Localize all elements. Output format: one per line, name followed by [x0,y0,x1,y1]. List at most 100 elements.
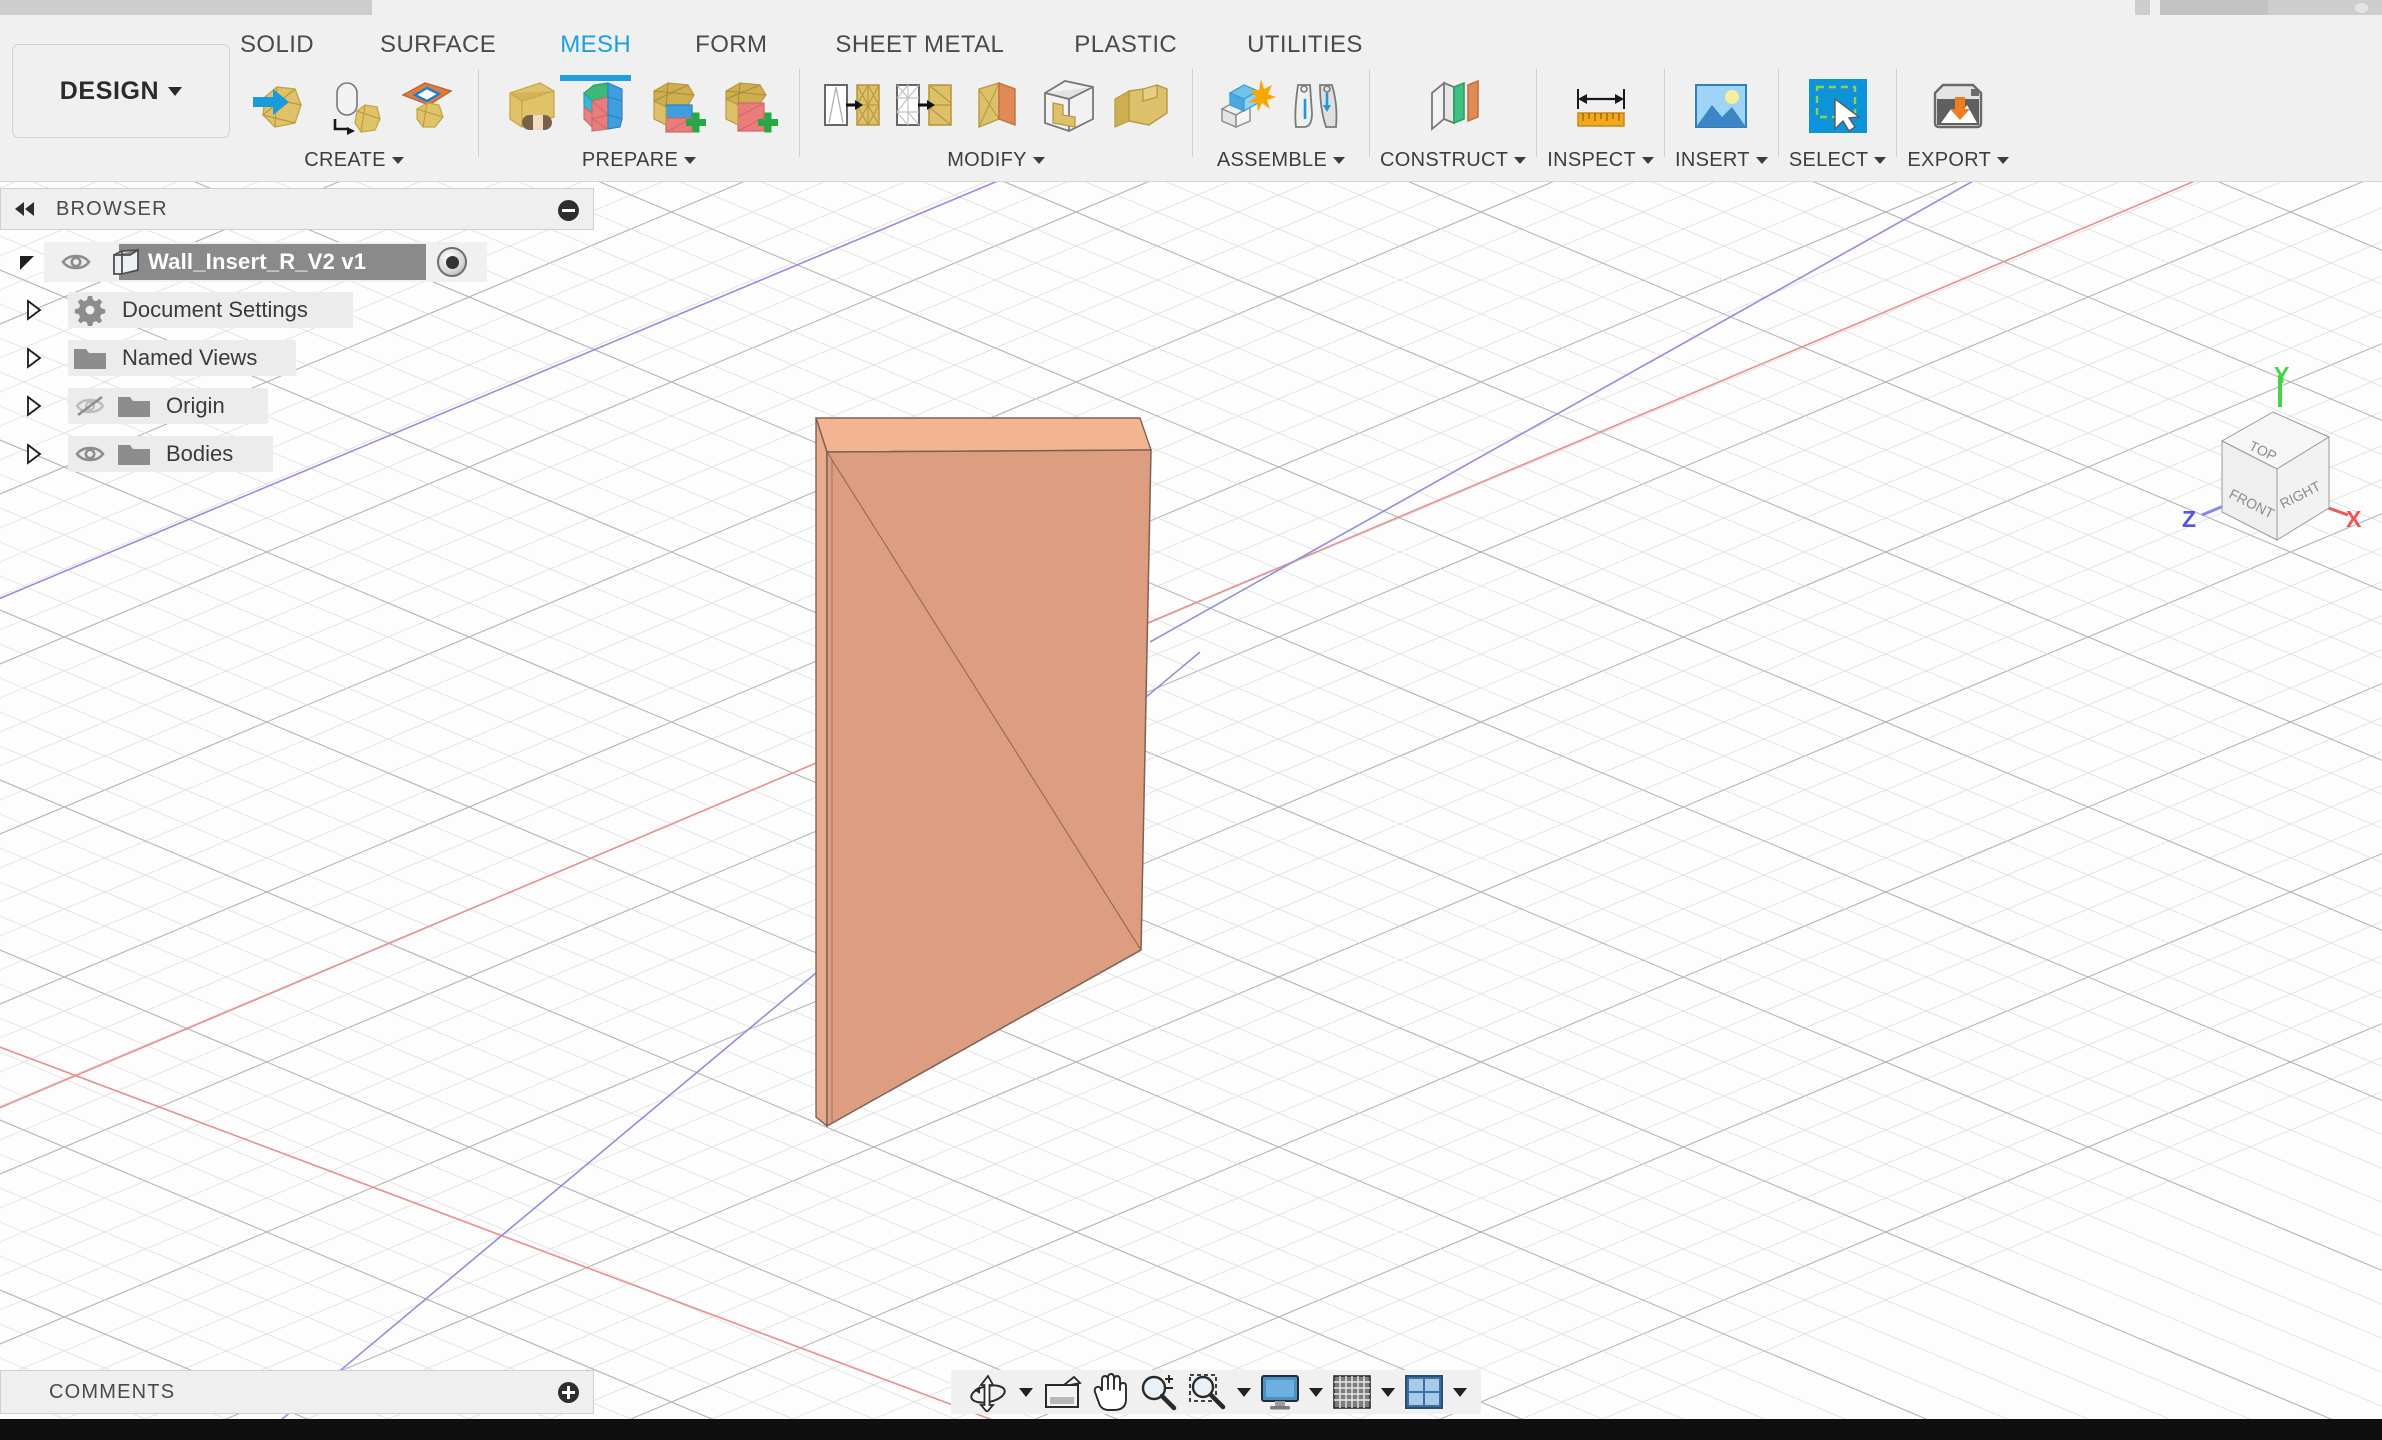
tree-item-label: Bodies [166,441,233,467]
tree-row-bodies[interactable]: Bodies [0,430,594,478]
wall-insert-mesh-body[interactable] [816,418,1151,1126]
chevron-down-icon [1033,157,1045,164]
ribbon-tab-plastic[interactable]: PLASTIC [1074,31,1177,63]
insert-mcmaster-icon[interactable] [1685,67,1757,145]
ribbon-tab-surface[interactable]: SURFACE [380,31,496,63]
view-cube[interactable]: Y X Z TOP FRONT RIGHT [2170,367,2370,557]
reduce-icon[interactable] [567,67,639,145]
grid-line [0,584,2382,1419]
ribbon-panels: CREATE PREPARE [240,63,2009,178]
export-icon[interactable] [1922,67,1994,145]
panel-title-insert[interactable]: INSERT [1675,145,1768,175]
panel-title-construct[interactable]: CONSTRUCT [1380,145,1526,175]
activate-component-radio[interactable] [437,247,467,277]
create-mesh-icon[interactable] [246,67,318,145]
panel-title-label: PREPARE [582,149,678,172]
folder-icon-wrap [68,345,112,372]
expand-toggle-named-views[interactable] [0,347,68,369]
orbit-tool[interactable] [961,1370,1015,1414]
separate-icon[interactable] [888,67,960,145]
panel-title-export[interactable]: EXPORT [1907,145,2009,175]
expand-toggle-origin[interactable] [0,395,68,417]
panel-tool-row [1916,65,2000,145]
offset-plane-icon[interactable] [1417,67,1489,145]
panel-title-prepare[interactable]: PREPARE [582,145,696,175]
chevron-down-icon [1514,157,1526,164]
chevron-down-icon [1874,157,1886,164]
workspace-label: DESIGN [60,77,159,106]
visibility-toggle-bodies[interactable] [68,444,112,464]
panel-title-select[interactable]: SELECT [1789,145,1887,175]
chevron-down-icon[interactable] [1309,1388,1323,1397]
look-at-tool[interactable] [1037,1370,1087,1414]
comments-panel[interactable]: COMMENTS [0,1370,594,1414]
plus-circle-icon[interactable] [558,1382,579,1403]
grid-snaps[interactable] [1327,1370,1377,1414]
ribbon-tab-solid[interactable]: SOLID [240,31,314,63]
chevron-down-icon[interactable] [1381,1388,1395,1397]
smooth-icon[interactable] [1032,67,1104,145]
workspace-switcher[interactable]: DESIGN [12,44,230,138]
panel-tool-row [1796,65,1880,145]
tree-row-component[interactable]: Wall_Insert_R_V2 v1 [0,238,594,286]
mesh-section-sketch-icon[interactable] [390,67,462,145]
chevron-down-icon[interactable] [1237,1388,1251,1397]
joint-icon[interactable] [1281,67,1353,145]
display-settings[interactable] [1255,1370,1305,1414]
panel-separator [1536,69,1537,157]
panel-title-create[interactable]: CREATE [304,145,403,175]
mesh-to-brep-icon[interactable] [318,67,390,145]
browser-header: BROWSER [0,188,594,230]
plane-cut-icon[interactable] [816,67,888,145]
grid-line [0,476,2382,1419]
monitor-icon [1260,1373,1300,1411]
expand-toggle-bodies[interactable] [0,443,68,465]
visibility-toggle-origin[interactable] [68,395,112,417]
expand-toggle-document-settings[interactable] [0,299,68,321]
viewports-icon [1404,1374,1444,1410]
ribbon-tab-form[interactable]: FORM [695,31,767,63]
fit-tool[interactable] [1183,1370,1233,1414]
visibility-toggle-component[interactable] [54,252,98,272]
panel-title-label: EXPORT [1907,149,1991,172]
zoom-tool[interactable] [1133,1370,1183,1414]
grid-line [0,448,2382,1419]
chrome-active-tab-block[interactable] [2160,0,2268,15]
reverse-normal-icon[interactable] [960,67,1032,145]
remesh-icon[interactable] [495,67,567,145]
chevron-down-icon[interactable] [1453,1388,1467,1397]
merge-bodies-icon[interactable] [1104,67,1176,145]
new-component-icon[interactable] [1209,67,1281,145]
ribbon-tab-mesh[interactable]: MESH [560,31,631,63]
double-chevron-left-icon[interactable] [15,202,34,216]
viewport-layout[interactable] [1399,1370,1449,1414]
ribbon-tab-utilities[interactable]: UTILITIES [1247,31,1363,63]
chevron-down-icon[interactable] [1019,1388,1033,1397]
expand-toggle-component[interactable] [0,251,54,273]
folder-icon-wrap [112,393,156,420]
panel-title-assemble[interactable]: ASSEMBLE [1217,145,1345,175]
comments-title: COMMENTS [49,1381,175,1404]
select-icon[interactable] [1802,67,1874,145]
tree-row-named-views[interactable]: Named Views [0,334,594,382]
erase-and-fill-icon[interactable] [711,67,783,145]
panel-title-modify[interactable]: MODIFY [947,145,1045,175]
ribbon-tab-sheet-metal[interactable]: SHEET METAL [835,31,1004,63]
minus-circle-icon[interactable] [558,200,579,221]
grid-line [0,510,2382,1419]
tree-row-document-settings[interactable]: Document Settings [0,286,594,334]
panel-title-label: INSERT [1675,149,1750,172]
measure-icon[interactable] [1565,67,1637,145]
panel-tool-row [1679,65,1763,145]
cube-icon [110,247,142,277]
chevron-right-icon [25,443,43,465]
pan-tool[interactable] [1087,1370,1133,1414]
chrome-mid-block [2135,0,2150,15]
panel-title-inspect[interactable]: INSPECT [1547,145,1654,175]
panel-title-label: INSPECT [1547,149,1636,172]
make-closed-mesh-icon[interactable] [639,67,711,145]
chevron-down-icon [1333,157,1345,164]
tree-row-origin[interactable]: Origin [0,382,594,430]
chrome-dot-icon[interactable] [2355,3,2368,13]
chevron-down-filled-icon [16,251,38,273]
